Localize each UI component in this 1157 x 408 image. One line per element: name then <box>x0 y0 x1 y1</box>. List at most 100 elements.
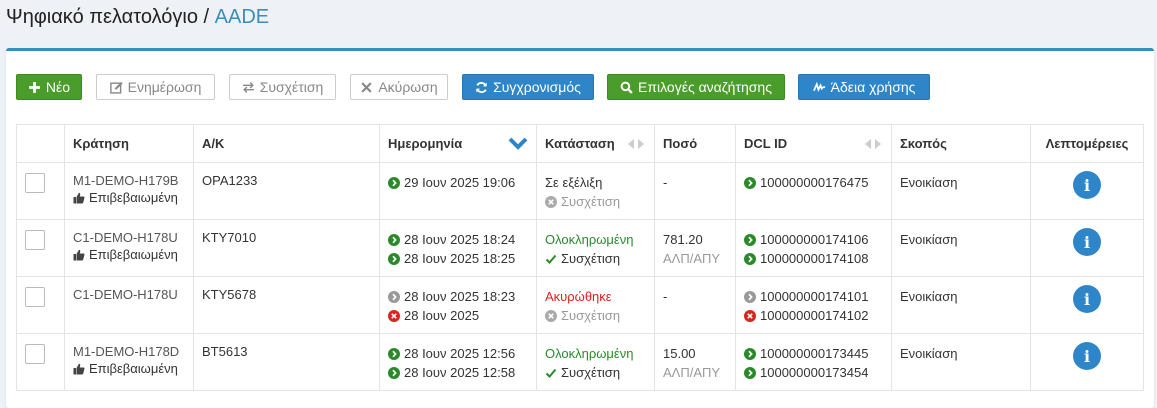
amount-type: ΑΛΠ/ΑΠΥ <box>663 365 721 380</box>
column-header-booking[interactable]: Κράτηση <box>64 124 194 163</box>
sort-desc-icon[interactable] <box>508 137 528 151</box>
new-button[interactable]: Νέο <box>16 74 82 100</box>
confirmed-label: Επιβεβαιωμένη <box>89 190 178 205</box>
booking-code[interactable]: C1-DEMO-H178U <box>73 230 185 245</box>
info-icon[interactable]: i <box>1073 171 1101 199</box>
dcl-id[interactable]: 100000000174106 <box>760 232 868 247</box>
select-column-header <box>16 124 65 163</box>
chevron-circle-right-icon <box>744 291 756 303</box>
column-header-amount[interactable]: Ποσό <box>654 124 736 163</box>
booking-code[interactable]: C1-DEMO-H178U <box>73 287 185 302</box>
chevron-circle-right-icon <box>388 234 400 246</box>
dcl-id[interactable]: 100000000173454 <box>760 365 868 380</box>
row-checkbox[interactable] <box>25 230 45 250</box>
confirmed-label: Επιβεβαιωμένη <box>89 247 178 262</box>
column-header-dcl-id[interactable]: DCL ID <box>735 124 892 163</box>
status-text: Σε εξέλιξη <box>545 175 603 190</box>
amount: - <box>663 175 668 190</box>
column-header-purpose[interactable]: Σκοπός <box>891 124 1031 163</box>
chevron-circle-right-icon <box>744 367 756 379</box>
thumbs-up-icon <box>73 249 85 261</box>
plus-icon <box>29 81 40 93</box>
table-row[interactable]: M1-DEMO-H178D Επιβεβαιωμένη ΒΤ5613 28 Ιο… <box>16 333 1144 391</box>
row-checkbox[interactable] <box>25 287 45 307</box>
status-text: Ολοκληρωμένη <box>545 232 634 247</box>
column-header-details: Λεπτομέρειες <box>1030 124 1144 163</box>
purpose: Ενοικίαση <box>900 232 958 247</box>
main-panel: Νέο Ενημέρωση Συσχέτιση Ακύρωση Συγχρονι… <box>6 48 1154 408</box>
column-header-status[interactable]: Κατάσταση <box>536 124 655 163</box>
amount-type: ΑΛΠ/ΑΠΥ <box>663 251 721 266</box>
chevron-circle-right-icon <box>744 253 756 265</box>
chevron-circle-right-icon <box>744 234 756 246</box>
search-options-button[interactable]: Επιλογές αναζήτησης <box>607 74 785 100</box>
sort-icon[interactable] <box>626 138 646 150</box>
table-row[interactable]: C1-DEMO-H178U ΚΤΥ5678 28 Ιουν 2025 18:23… <box>16 276 1144 334</box>
chevron-circle-right-icon <box>388 367 400 379</box>
dcl-id[interactable]: 100000000176475 <box>760 175 868 190</box>
link-status: Συσχέτιση <box>561 365 621 380</box>
sync-button[interactable]: Συγχρονισμός <box>462 74 594 100</box>
row-checkbox[interactable] <box>25 173 45 193</box>
plate-number: ΟΡΑ1233 <box>202 173 258 188</box>
booking-code[interactable]: M1-DEMO-H178D <box>73 344 185 359</box>
chevron-circle-right-icon <box>388 177 400 189</box>
thumbs-up-icon <box>73 363 85 375</box>
info-icon[interactable]: i <box>1073 228 1101 256</box>
chevron-circle-right-icon <box>744 177 756 189</box>
table-row[interactable]: M1-DEMO-H179B Επιβεβαιωμένη ΟΡΑ1233 29 Ι… <box>16 162 1144 220</box>
times-circle-icon <box>388 310 400 322</box>
exchange-icon <box>242 81 254 93</box>
purpose: Ενοικίαση <box>900 346 958 361</box>
dcl-id[interactable]: 100000000174102 <box>760 308 868 323</box>
end-date: 28 Ιουν 2025 <box>404 308 480 323</box>
amount: - <box>663 289 668 304</box>
table-row[interactable]: C1-DEMO-H178U Επιβεβαιωμένη ΚΤΥ7010 28 Ι… <box>16 219 1144 277</box>
table-header-row: Κράτηση Α/Κ Ημερομηνία Κατάσταση Ποσό DC… <box>16 124 1144 163</box>
start-date: 28 Ιουν 2025 18:23 <box>404 289 516 304</box>
row-checkbox[interactable] <box>25 344 45 364</box>
edit-icon <box>109 81 123 94</box>
times-circle-icon <box>744 310 756 322</box>
booking-code[interactable]: M1-DEMO-H179B <box>73 173 185 188</box>
dcl-id[interactable]: 100000000174101 <box>760 289 868 304</box>
column-header-plate[interactable]: Α/Κ <box>193 124 380 163</box>
plate-number: ΒΤ5613 <box>202 344 248 359</box>
end-date: 28 Ιουν 2025 18:25 <box>404 251 516 266</box>
dcl-id[interactable]: 100000000173445 <box>760 346 868 361</box>
check-icon <box>545 367 557 379</box>
info-icon[interactable]: i <box>1073 285 1101 313</box>
bookings-table: Κράτηση Α/Κ Ημερομηνία Κατάσταση Ποσό DC… <box>16 124 1144 391</box>
cancel-button[interactable]: Ακύρωση <box>350 74 448 100</box>
chevron-circle-right-icon <box>388 348 400 360</box>
link-button[interactable]: Συσχέτιση <box>229 74 336 100</box>
purpose: Ενοικίαση <box>900 289 958 304</box>
link-status: Συσχέτιση <box>561 194 621 209</box>
status-text: Ολοκληρωμένη <box>545 346 634 361</box>
thumbs-up-icon <box>73 192 85 204</box>
chevron-circle-right-icon <box>388 253 400 265</box>
dcl-id[interactable]: 100000000174108 <box>760 251 868 266</box>
check-icon <box>545 253 557 265</box>
times-circle-icon <box>545 196 557 208</box>
plate-number: ΚΤΥ5678 <box>202 287 257 302</box>
signature-icon <box>812 81 826 92</box>
amount: 15.00 <box>663 346 696 361</box>
link-status: Συσχέτιση <box>561 308 621 323</box>
refresh-icon <box>476 81 487 93</box>
amount: 781.20 <box>663 232 703 247</box>
purpose: Ενοικίαση <box>900 175 958 190</box>
license-button[interactable]: Άδεια χρήσης <box>798 74 930 100</box>
breadcrumb-aade[interactable]: AADE <box>215 6 269 28</box>
start-date: 28 Ιουν 2025 12:56 <box>404 346 516 361</box>
start-date: 29 Ιουν 2025 19:06 <box>404 175 516 190</box>
close-icon <box>361 81 372 93</box>
sort-icon[interactable] <box>863 138 883 150</box>
column-header-date[interactable]: Ημερομηνία <box>379 124 537 163</box>
chevron-circle-right-icon <box>744 348 756 360</box>
link-status: Συσχέτιση <box>561 251 621 266</box>
info-icon[interactable]: i <box>1073 342 1101 370</box>
update-button[interactable]: Ενημέρωση <box>96 74 215 100</box>
status-text: Ακυρώθηκε <box>545 289 612 304</box>
plate-number: ΚΤΥ7010 <box>202 230 257 245</box>
